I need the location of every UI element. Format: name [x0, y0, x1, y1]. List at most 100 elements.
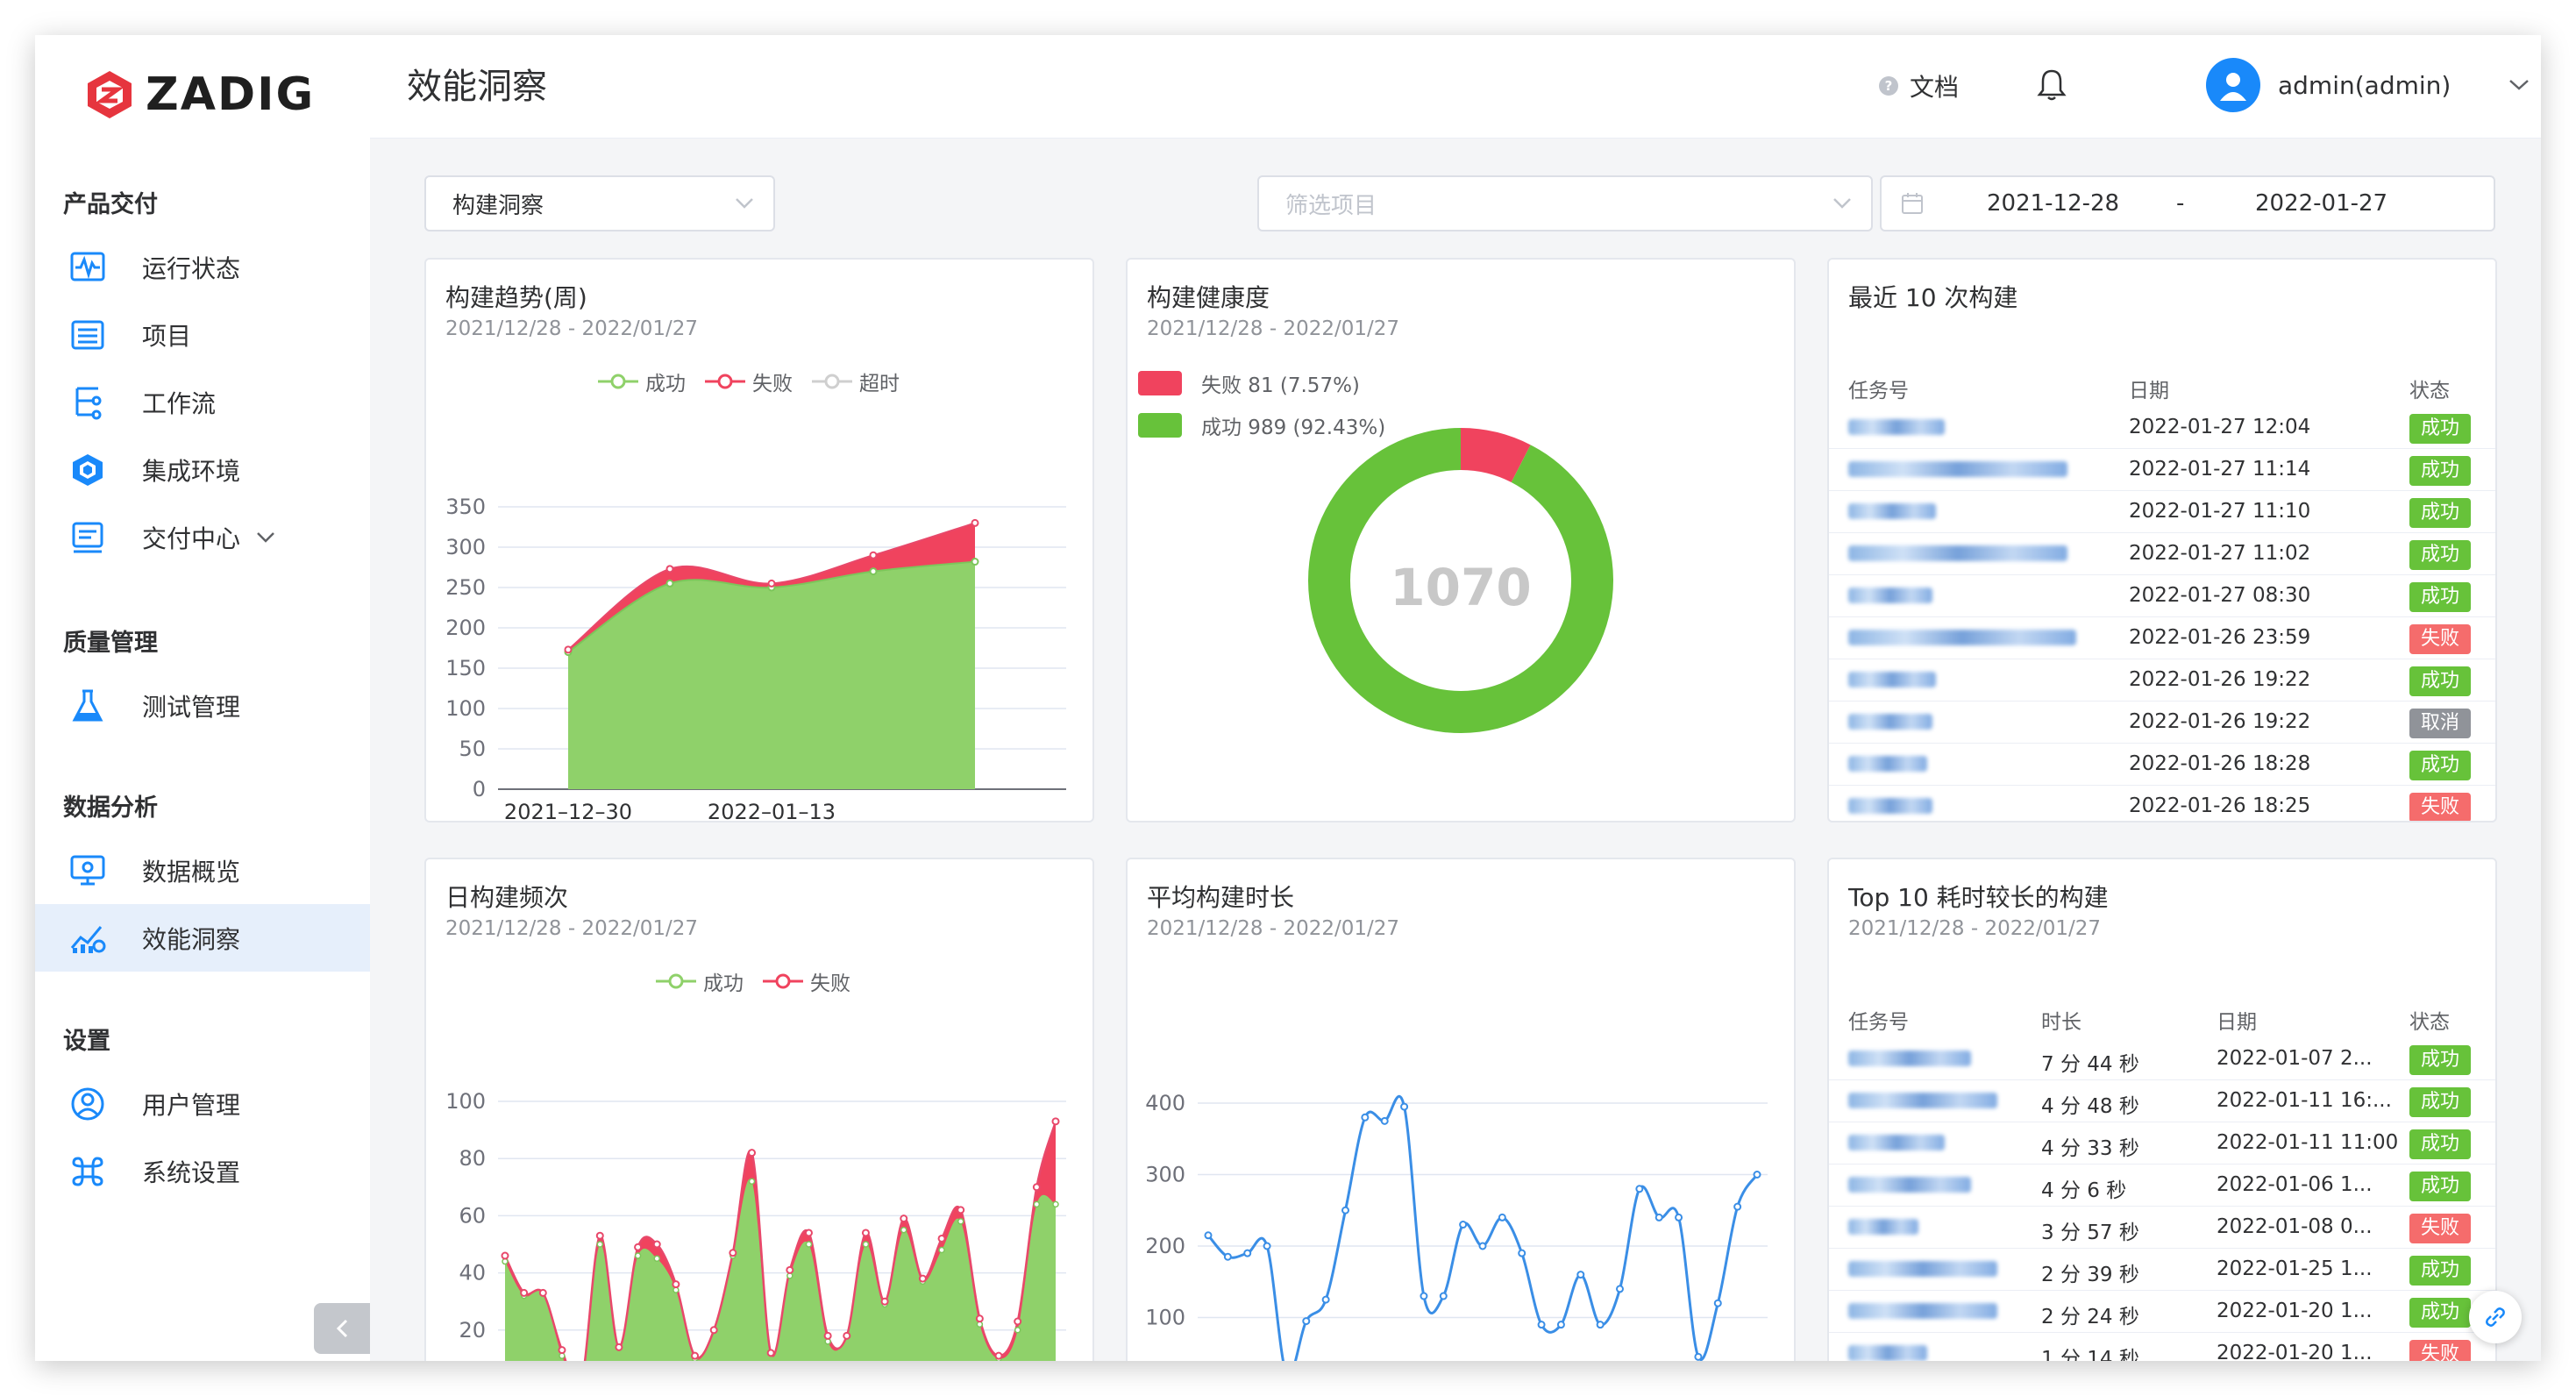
table-row[interactable]: 2 分 39 秒 2022-01-25 1... 成功: [1829, 1249, 2495, 1291]
avg-duration-point[interactable]: [1439, 1292, 1448, 1300]
task-id-link[interactable]: [1848, 461, 2067, 477]
task-id-link[interactable]: [1848, 630, 2076, 645]
task-id-link[interactable]: [1848, 714, 1932, 730]
success-point[interactable]: [938, 1246, 945, 1254]
avg-duration-point[interactable]: [1498, 1213, 1506, 1222]
user-menu[interactable]: admin(admin): [2206, 58, 2530, 112]
fail-point[interactable]: [869, 551, 878, 559]
task-id-link[interactable]: [1848, 1219, 1918, 1235]
fail-point[interactable]: [564, 645, 573, 654]
success-point[interactable]: [805, 1241, 813, 1248]
table-row[interactable]: 2022-01-27 11:02 成功: [1829, 533, 2495, 575]
table-row[interactable]: 4 分 33 秒 2022-01-11 11:00 成功: [1829, 1122, 2495, 1165]
fail-point[interactable]: [975, 1314, 984, 1323]
fail-point[interactable]: [804, 1229, 813, 1237]
task-id-link[interactable]: [1848, 419, 1945, 435]
avg-duration-point[interactable]: [1537, 1321, 1546, 1329]
sidebar-item-environments[interactable]: 集成环境: [35, 436, 370, 503]
sidebar-item-running-status[interactable]: 运行状态: [35, 233, 370, 301]
table-row[interactable]: 2022-01-27 12:04 成功: [1829, 407, 2495, 449]
table-row[interactable]: 2022-01-27 08:30 成功: [1829, 575, 2495, 617]
avg-duration-point[interactable]: [1263, 1242, 1271, 1250]
fail-point[interactable]: [538, 1288, 547, 1297]
sidebar-item-insight[interactable]: 效能洞察: [35, 904, 370, 972]
fail-point[interactable]: [957, 1206, 965, 1214]
avg-duration-point[interactable]: [1243, 1249, 1252, 1257]
fail-point[interactable]: [880, 1297, 889, 1306]
avg-duration-point[interactable]: [1361, 1113, 1370, 1122]
sidebar-item-system-settings[interactable]: 系统设置: [35, 1137, 370, 1205]
success-point[interactable]: [653, 1255, 660, 1263]
success-point[interactable]: [1014, 1327, 1021, 1334]
table-row[interactable]: 4 分 6 秒 2022-01-06 1... 成功: [1829, 1165, 2495, 1207]
task-id-link[interactable]: [1848, 1345, 1927, 1361]
fail-point[interactable]: [994, 1351, 1003, 1360]
table-row[interactable]: 7 分 44 秒 2022-01-07 2... 成功: [1829, 1038, 2495, 1080]
task-id-link[interactable]: [1848, 672, 1936, 687]
fail-point[interactable]: [691, 1351, 700, 1360]
avg-duration-point[interactable]: [1576, 1271, 1585, 1279]
task-id-link[interactable]: [1848, 1135, 1945, 1150]
success-point[interactable]: [971, 558, 979, 566]
success-point[interactable]: [869, 567, 878, 576]
fail-point[interactable]: [709, 1326, 718, 1335]
fail-point[interactable]: [861, 1229, 870, 1237]
success-point[interactable]: [596, 1241, 604, 1248]
fail-point[interactable]: [766, 1349, 775, 1357]
sidebar-item-workflow[interactable]: 工作流: [35, 368, 370, 436]
table-row[interactable]: 2022-01-26 18:25 失败: [1829, 786, 2495, 821]
success-point[interactable]: [900, 1226, 907, 1234]
fail-point[interactable]: [937, 1234, 946, 1243]
insight-type-select[interactable]: 构建洞察: [424, 175, 775, 231]
task-id-link[interactable]: [1848, 503, 1936, 519]
fail-point[interactable]: [971, 518, 979, 527]
table-row[interactable]: 2022-01-27 11:14 成功: [1829, 449, 2495, 491]
success-point[interactable]: [862, 1241, 870, 1248]
success-point[interactable]: [748, 1178, 756, 1186]
fail-point[interactable]: [501, 1251, 509, 1260]
task-id-link[interactable]: [1848, 1303, 1997, 1319]
fail-point[interactable]: [843, 1331, 851, 1340]
table-row[interactable]: 2022-01-26 19:22 成功: [1829, 659, 2495, 702]
avg-duration-point[interactable]: [1302, 1317, 1311, 1326]
avg-duration-point[interactable]: [1204, 1231, 1213, 1240]
avg-duration-point[interactable]: [1616, 1285, 1624, 1293]
avg-duration-point[interactable]: [1459, 1221, 1468, 1229]
logo[interactable]: ZADIG: [86, 68, 315, 121]
avg-duration-point[interactable]: [1675, 1213, 1683, 1222]
date-start[interactable]: 2021-12-28: [1987, 190, 2119, 217]
avg-duration-point[interactable]: [1733, 1202, 1742, 1211]
avg-duration-point[interactable]: [1654, 1213, 1663, 1222]
table-row[interactable]: 2 分 24 秒 2022-01-20 1... 成功: [1829, 1291, 2495, 1333]
share-link-button[interactable]: [2469, 1291, 2522, 1343]
fail-point[interactable]: [1051, 1117, 1060, 1126]
avg-duration-point[interactable]: [1753, 1171, 1761, 1179]
avg-duration-point[interactable]: [1694, 1352, 1703, 1361]
task-id-link[interactable]: [1848, 1051, 1971, 1066]
fail-point[interactable]: [918, 1274, 927, 1283]
sidebar-item-user-management[interactable]: 用户管理: [35, 1070, 370, 1137]
avg-duration-point[interactable]: [1478, 1242, 1487, 1250]
table-row[interactable]: 4 分 48 秒 2022-01-11 16:... 成功: [1829, 1080, 2495, 1122]
task-id-link[interactable]: [1848, 1093, 1997, 1108]
task-id-link[interactable]: [1848, 1261, 1997, 1277]
notification-bell-icon[interactable]: [2036, 67, 2067, 105]
avg-duration-point[interactable]: [1556, 1321, 1565, 1329]
fail-point[interactable]: [1032, 1183, 1041, 1192]
fail-point[interactable]: [900, 1214, 908, 1223]
sidebar-item-data-overview[interactable]: 数据概览: [35, 837, 370, 904]
avg-duration-point[interactable]: [1341, 1206, 1349, 1214]
fail-point[interactable]: [786, 1265, 794, 1274]
avg-duration-point[interactable]: [1420, 1292, 1428, 1300]
fail-point[interactable]: [665, 565, 674, 573]
success-point[interactable]: [1033, 1200, 1041, 1208]
task-id-link[interactable]: [1848, 1177, 1971, 1193]
fail-point[interactable]: [615, 1343, 623, 1351]
table-row[interactable]: 2022-01-26 23:59 失败: [1829, 617, 2495, 659]
success-point[interactable]: [957, 1218, 964, 1225]
fail-point[interactable]: [652, 1240, 661, 1249]
avg-duration-point[interactable]: [1400, 1102, 1409, 1111]
table-row[interactable]: 2022-01-27 11:10 成功: [1829, 491, 2495, 533]
task-id-link[interactable]: [1848, 545, 2067, 561]
success-point[interactable]: [634, 1252, 642, 1259]
